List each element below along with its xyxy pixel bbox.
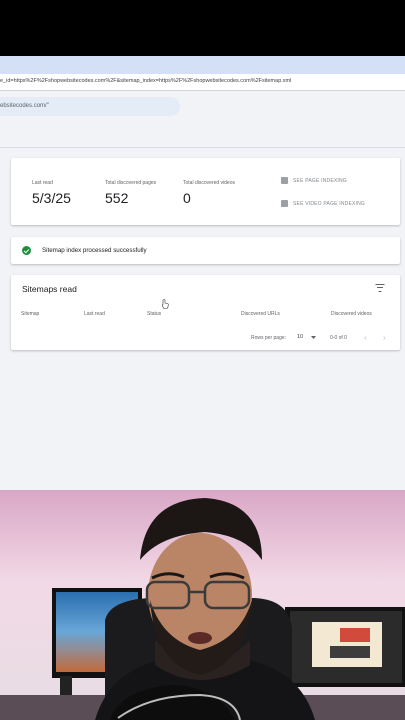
- chevron-left-icon[interactable]: ‹: [364, 333, 367, 342]
- column-header-status[interactable]: Status: [147, 311, 161, 317]
- sitemaps-read-title: Sitemaps read: [22, 284, 77, 294]
- discovered-videos-label: Total discovered videos: [183, 180, 235, 186]
- chevron-right-icon[interactable]: ›: [383, 333, 386, 342]
- rows-per-page-label: Rows per page:: [251, 335, 287, 341]
- search-input[interactable]: ebsitecodes.com/": [0, 97, 180, 116]
- presenter-webcam: [0, 490, 405, 720]
- see-page-indexing-link[interactable]: SEE PAGE INDEXING: [281, 177, 347, 184]
- address-bar-url: e_id=https%2F%2Fshopwebsitecodes.com%2F&…: [0, 78, 292, 84]
- browser-tab-strip: [0, 56, 405, 74]
- rows-per-page-value: 10: [297, 334, 304, 340]
- check-circle-icon: [22, 246, 31, 255]
- sitemaps-read-card: Sitemaps read Sitemap Last read Status D…: [11, 275, 400, 350]
- see-video-indexing-label: SEE VIDEO PAGE INDEXING: [293, 200, 366, 207]
- status-message: Sitemap index processed successfully: [42, 247, 147, 254]
- see-video-indexing-link[interactable]: SEE VIDEO PAGE INDEXING: [281, 200, 365, 207]
- last-read-value: 5/3/25: [32, 190, 71, 206]
- discovered-videos-value: 0: [183, 190, 191, 206]
- search-console-page: ebsitecodes.com/" Last read 5/3/25 Total…: [0, 91, 405, 490]
- sitemap-summary-card: Last read 5/3/25 Total discovered pages …: [11, 158, 400, 225]
- video-indexing-icon: [281, 200, 288, 207]
- video-top-black-bar: [0, 0, 405, 56]
- page-indexing-icon: [281, 177, 288, 184]
- header-divider: [0, 147, 405, 148]
- address-bar[interactable]: e_id=https%2F%2Fshopwebsitecodes.com%2F&…: [0, 74, 405, 91]
- search-input-value: ebsitecodes.com/": [0, 103, 49, 109]
- column-header-discovered-urls[interactable]: Discovered URLs: [241, 311, 280, 317]
- discovered-pages-label: Total discovered pages: [105, 180, 157, 186]
- pointer-cursor-icon: [162, 299, 169, 309]
- presenter-video-frame: [0, 490, 405, 720]
- column-header-last-read[interactable]: Last read: [84, 311, 105, 317]
- see-page-indexing-label: SEE PAGE INDEXING: [293, 177, 347, 184]
- pagination-range: 0-0 of 0: [330, 335, 347, 341]
- rows-per-page-select[interactable]: 10: [297, 334, 317, 340]
- column-header-sitemap[interactable]: Sitemap: [21, 311, 39, 317]
- dropdown-arrow-icon: [311, 335, 317, 339]
- last-read-label: Last read: [32, 180, 53, 186]
- status-card: Sitemap index processed successfully: [11, 237, 400, 264]
- filter-icon[interactable]: [375, 284, 384, 292]
- discovered-pages-value: 552: [105, 190, 129, 206]
- column-header-discovered-videos[interactable]: Discovered videos: [331, 311, 372, 317]
